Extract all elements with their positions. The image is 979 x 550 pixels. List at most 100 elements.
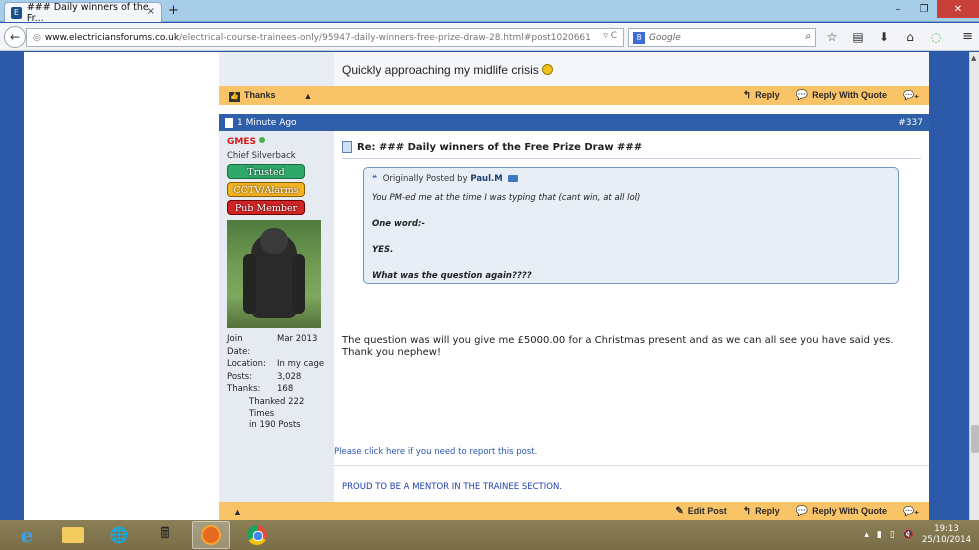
bookmark-star-icon[interactable]: ☆ xyxy=(822,28,842,46)
home-icon[interactable]: ⌂ xyxy=(900,28,920,46)
quote-by-prefix: Originally Posted by xyxy=(382,174,468,184)
reply-arrow-icon: ↰ xyxy=(742,506,752,517)
multi-quote-icon[interactable]: 💬₊ xyxy=(903,90,919,101)
edit-post-button[interactable]: ✎ Edit Post xyxy=(675,506,726,517)
quote-author: Paul.M xyxy=(470,174,503,184)
site-favicon: E xyxy=(11,6,22,19)
signature: PROUD TO BE A MENTOR IN THE TRAINEE SECT… xyxy=(342,482,562,492)
post-body: Re: ### Daily winners of the Free Prize … xyxy=(334,131,929,505)
previous-post-actions: 👍 Thanks ▲ ↰ Reply 💬 Reply With Quote 💬₊ xyxy=(219,86,929,105)
window-controls: – ❐ ✕ xyxy=(885,0,979,18)
window-close-button[interactable]: ✕ xyxy=(937,0,979,18)
reply-with-quote-button[interactable]: 💬 Reply With Quote xyxy=(796,506,887,517)
taskbar: e 🌐 🖩 ▴ ▮ ▯ 🔇 19:13 25/10/2014 xyxy=(0,520,979,550)
search-input[interactable]: Google xyxy=(649,33,681,43)
reply-line: The question was will you give me £5000.… xyxy=(342,335,894,346)
reload-icon[interactable]: ▿ C xyxy=(603,31,617,41)
location-value: In my cage xyxy=(277,359,325,369)
ie-icon: e xyxy=(20,523,34,547)
taskbar-ie[interactable]: e xyxy=(8,521,46,549)
join-date-value: Mar 2013 xyxy=(277,334,318,344)
forum-content: Quickly approaching my midlife crisis 👍 T… xyxy=(219,52,929,520)
globe-icon: ◎ xyxy=(33,32,41,43)
thumbs-up-icon: 👍 xyxy=(229,91,240,102)
thanks-count-label: Thanks: xyxy=(227,384,261,394)
thanks-button[interactable]: 👍 Thanks xyxy=(229,90,276,102)
tray-expand-icon[interactable]: ▴ xyxy=(864,530,869,540)
join-date-label: Join Date: xyxy=(227,334,251,357)
online-status-icon xyxy=(258,137,265,143)
username: GMES xyxy=(227,137,256,147)
taskbar-explorer[interactable] xyxy=(54,521,92,549)
quote-attribution: ❝ Originally Posted by Paul.M xyxy=(372,174,890,184)
post-header: 1 Minute Ago #337 xyxy=(219,114,929,131)
clock[interactable]: 19:13 25/10/2014 xyxy=(922,524,971,546)
signature-divider xyxy=(334,465,929,466)
address-bar[interactable]: ◎ www.electriciansforums.co.uk /electric… xyxy=(26,28,624,47)
posts-label: Posts: xyxy=(227,371,253,382)
thanks-count-value: 168 xyxy=(277,384,294,394)
reply-arrow-icon: ↰ xyxy=(742,90,752,101)
taskbar-firefox[interactable] xyxy=(192,521,230,549)
post-time: 1 Minute Ago xyxy=(237,117,297,128)
search-icon[interactable]: ⌕ xyxy=(805,31,811,42)
avatar-gorilla-head xyxy=(260,228,288,254)
reply-quote-label: Reply With Quote xyxy=(812,506,888,516)
network-icon[interactable]: ▮ xyxy=(877,530,882,540)
download-icon[interactable]: ⬇ xyxy=(874,28,894,46)
report-post-link[interactable]: Please click here if you need to report … xyxy=(334,447,537,457)
reply-text: The question was will you give me £5000.… xyxy=(342,335,912,359)
report-warning-icon[interactable]: ▲ xyxy=(304,91,313,101)
toolbar-icons: ☆ ▤ ⬇ ⌂ ◌ xyxy=(822,28,946,46)
folder-icon xyxy=(62,527,84,543)
user-info: Join Date: Mar 2013 Location: In my cage P… xyxy=(227,333,326,431)
scrollbar-thumb[interactable] xyxy=(971,425,979,453)
reply-button[interactable]: ↰ Reply xyxy=(743,506,780,517)
reply-with-quote-button[interactable]: 💬 Reply With Quote xyxy=(796,90,887,101)
minimize-button[interactable]: – xyxy=(885,0,911,18)
system-tray: ▴ ▮ ▯ 🔇 19:13 25/10/2014 xyxy=(864,520,971,550)
clock-time: 19:13 xyxy=(934,524,959,534)
back-button[interactable]: ← xyxy=(4,26,26,48)
clock-date: 25/10/2014 xyxy=(922,535,971,545)
google-icon[interactable]: 8 xyxy=(633,31,645,44)
search-box[interactable]: 8 Google ⌕ xyxy=(628,28,816,47)
vertical-scrollbar[interactable]: ▲ xyxy=(969,52,979,520)
battery-icon[interactable]: ▯ xyxy=(890,530,895,540)
edit-post-label: Edit Post xyxy=(687,506,727,516)
view-post-arrow-icon[interactable] xyxy=(508,175,519,182)
badge-cctv-alarms: CCTV/Alarms xyxy=(227,182,305,197)
posts-value: 3,028 xyxy=(277,371,302,382)
report-warning-icon[interactable]: ▲ xyxy=(233,507,242,517)
new-tab-button[interactable]: + xyxy=(168,3,179,18)
browser-tab[interactable]: E ### Daily winners of the Fr... × xyxy=(4,2,162,24)
taskbar-chrome[interactable] xyxy=(238,521,276,549)
post-number-link[interactable]: #337 xyxy=(898,118,923,128)
taskbar-app[interactable]: 🌐 xyxy=(100,521,138,549)
addon-icon[interactable]: ◌ xyxy=(926,28,946,46)
app-calculator-icon: 🖩 xyxy=(160,523,170,542)
page-viewport: Quickly approaching my midlife crisis 👍 T… xyxy=(0,52,969,520)
reading-list-icon[interactable]: ▤ xyxy=(848,28,868,46)
username-link[interactable]: GMES xyxy=(227,137,326,147)
quote-block: ❝ Originally Posted by Paul.M You PM-ed … xyxy=(363,167,899,284)
volume-icon[interactable]: 🔇 xyxy=(903,530,914,540)
user-title: Chief Silverback xyxy=(227,151,296,161)
multi-quote-icon[interactable]: 💬₊ xyxy=(903,506,919,517)
user-panel: GMES Chief Silverback Trusted CCTV/Alarm… xyxy=(219,131,334,505)
reply-label: Reply xyxy=(755,90,780,100)
quote-bubble-icon: 💬 xyxy=(795,90,809,101)
menu-icon[interactable]: ≡ xyxy=(962,29,973,44)
reply-label: Reply xyxy=(755,506,780,516)
navigation-bar: ← ◎ www.electriciansforums.co.uk /electr… xyxy=(0,23,979,51)
post-actions: ▲ ✎ Edit Post ↰ Reply 💬 Reply With Quote 💬₊ xyxy=(219,502,929,520)
reply-button[interactable]: ↰ Reply xyxy=(743,90,780,101)
post-page-icon xyxy=(225,117,233,128)
tab-close-icon[interactable]: × xyxy=(147,6,155,17)
url-domain: www.electriciansforums.co.uk xyxy=(44,32,180,43)
restore-button[interactable]: ❐ xyxy=(911,0,937,18)
taskbar-app[interactable]: 🖩 xyxy=(146,521,184,549)
pencil-icon: ✎ xyxy=(675,506,684,517)
avatar[interactable] xyxy=(227,220,321,328)
scroll-up-icon[interactable]: ▲ xyxy=(971,54,976,62)
